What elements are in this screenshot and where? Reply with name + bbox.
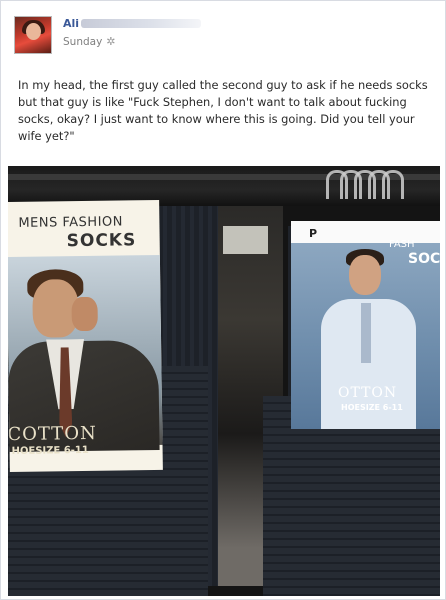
background-item xyxy=(223,226,268,254)
avatar[interactable] xyxy=(14,16,52,54)
package-size: HOESIZE 6-11 xyxy=(11,444,89,458)
facebook-post: Ali Sunday ✲ In my head, the first guy c… xyxy=(0,0,446,600)
model-tie xyxy=(361,303,371,363)
friends-icon[interactable]: ✲ xyxy=(106,35,115,48)
package-brand: OTTON xyxy=(338,385,398,401)
avatar-face xyxy=(26,23,41,40)
post-meta: Sunday ✲ xyxy=(63,35,116,48)
sock-package-left: MENS FASHION SOCKS COTTON HOESIZE 6-11 xyxy=(8,199,163,473)
timestamp-link[interactable]: Sunday xyxy=(63,36,102,48)
package-subheading: SOC xyxy=(408,251,440,267)
redacted-name-bar xyxy=(81,19,202,28)
author-name-link[interactable]: Ali xyxy=(63,17,79,30)
package-size: HOESIZE 6-11 xyxy=(341,403,403,412)
hanger-icon xyxy=(382,170,404,199)
model-head xyxy=(349,255,381,295)
package-heading: FASH xyxy=(389,239,415,250)
package-heading: MENS FASHION xyxy=(18,214,124,231)
model-hand-phone xyxy=(71,296,98,332)
post-caption: In my head, the first guy called the sec… xyxy=(18,78,428,143)
package-subheading: SOCKS xyxy=(66,230,137,252)
author: Ali xyxy=(63,17,202,30)
post-photo[interactable]: MENS FASHION SOCKS COTTON HOESIZE 6-11 P… xyxy=(8,166,440,596)
post-header: Ali Sunday ✲ xyxy=(14,13,434,54)
package-logo: P xyxy=(309,227,318,240)
sock-package-right: P FASH SOC OTTON HOESIZE 6-11 xyxy=(291,221,440,429)
package-brand: COTTON xyxy=(8,422,97,446)
